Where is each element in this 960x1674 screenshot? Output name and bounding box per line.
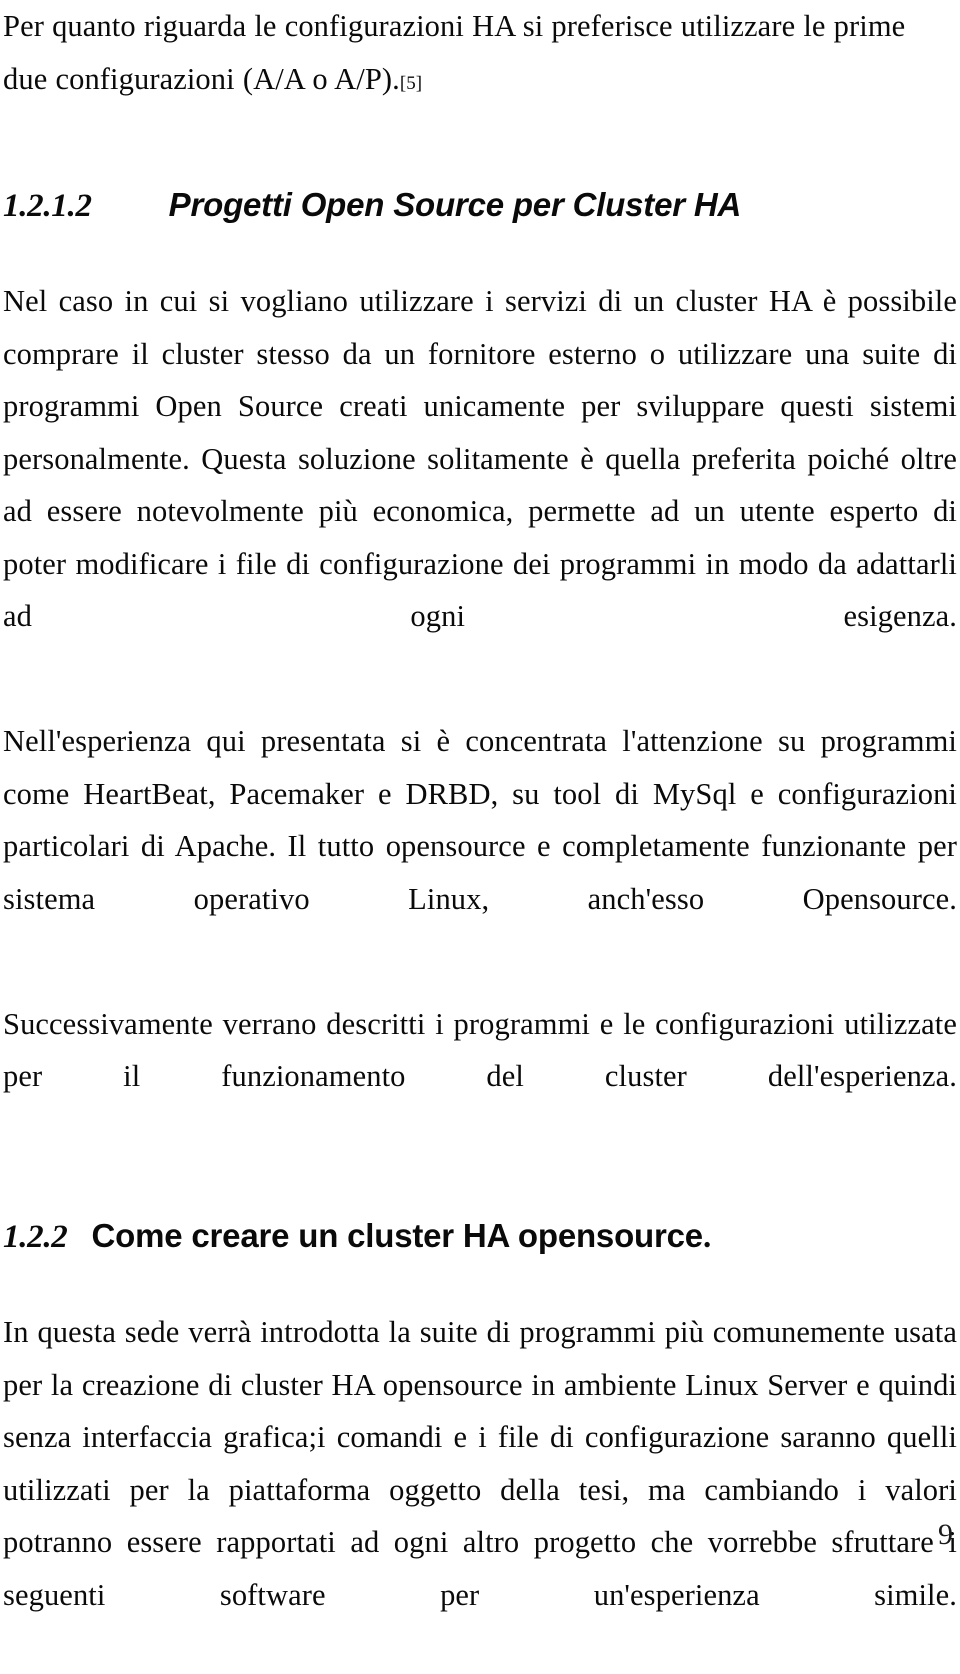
citation-reference-5: [5]: [399, 72, 423, 94]
heading-2-number: 1.2.2: [3, 1219, 68, 1255]
paragraph-1: Per quanto riguarda le configurazioni HA…: [3, 0, 957, 110]
paragraph-5: In questa sede verrà introdotta la suite…: [3, 1315, 957, 1612]
paragraph-3: Nell'esperienza qui presentata si è conc…: [3, 724, 957, 916]
heading-2-period: .: [702, 1219, 712, 1255]
spacer-after-paragraph-2: [3, 695, 957, 715]
heading-section-1-2-1-2: 1.2.1.2 Progetti Open Source per Cluster …: [3, 182, 957, 235]
paragraph-2: Nel caso in cui si vogliano utilizzare i…: [3, 284, 957, 633]
heading-2-title: Come creare un cluster HA opensource: [91, 1217, 704, 1254]
spacer-after-heading-2: [3, 1266, 957, 1306]
paragraph-1-text: Per quanto riguarda le configurazioni HA…: [3, 9, 906, 96]
paragraph-4: Successivamente verrano descritti i prog…: [3, 1006, 957, 1094]
heading-1-number: 1.2.1.2: [3, 188, 92, 224]
spacer-after-paragraph-3: [3, 978, 957, 998]
spacer-before-heading-2: [3, 1155, 957, 1213]
document-page: Per quanto riguarda le configurazioni HA…: [0, 0, 960, 1612]
page-number: 9: [938, 1518, 953, 1551]
page-content: Per quanto riguarda le configurazioni HA…: [3, 0, 957, 1674]
heading-1-title: Progetti Open Source per Cluster HA: [168, 186, 742, 223]
spacer-after-heading-1: [3, 235, 957, 275]
spacer-before-heading-1: [3, 110, 957, 182]
heading-section-1-2-2: 1.2.2 Come creare un cluster HA opensourc…: [3, 1213, 957, 1266]
